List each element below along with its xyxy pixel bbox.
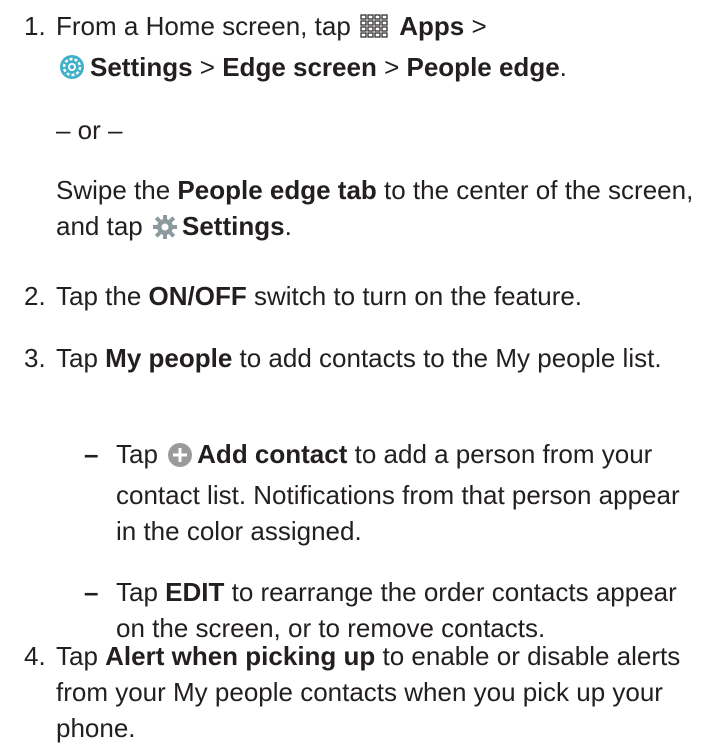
step-3: 3. Tap My people to add contacts to the … [24,340,694,376]
sub-bullet-edit: – Tap EDIT to rearrange the order contac… [84,574,684,646]
step-text: Swipe the [56,175,178,205]
apps-grid-icon [360,13,388,49]
step-number: 3. [24,343,46,373]
step-text: Tap the [56,281,149,311]
step-2-text: Tap the ON/OFF switch to turn on the fea… [56,278,694,314]
on-off-label: ON/OFF [148,281,247,311]
or-separator: – or – [56,115,123,145]
settings-label: Settings [181,211,285,241]
sub-bullet-add-contact: – Tap Add contact to add a person from y… [84,436,684,549]
add-circle-icon [167,441,193,477]
step-number: 2. [24,281,46,311]
step-1-alt: Swipe the People edge tab to the center … [56,172,694,249]
edge-screen-label: Edge screen [222,52,377,82]
people-edge-tab-label: People edge tab [177,175,377,205]
sub-bullet-text: Tap Add contact to add a person from you… [116,436,684,549]
period: . [559,52,567,82]
step-4-text: Tap Alert when picking up to enable or d… [56,638,694,746]
separator: > [192,52,223,82]
step-text: Tap [116,439,158,469]
settings-gear-icon [152,213,178,249]
apps-label: Apps [399,11,465,41]
people-edge-label: People edge [406,52,560,82]
step-text: switch to turn on the feature. [246,281,583,311]
step-number: 4. [24,641,46,671]
bullet-dash: – [84,439,99,469]
step-text: From a Home screen, tap [56,11,351,41]
step-3-text: Tap My people to add contacts to the My … [56,340,694,376]
settings-label: Settings [90,52,193,82]
alert-when-picking-up-label: Alert when picking up [105,641,376,671]
separator: > [376,52,407,82]
step-1: 1. From a Home screen, tap Apps > Settin… [24,8,694,249]
add-contact-label: Add contact [197,439,348,469]
edit-label: EDIT [165,577,225,607]
separator: > [464,11,487,41]
bullet-dash: – [84,577,99,607]
sub-bullet-text: Tap EDIT to rearrange the order contacts… [116,574,684,646]
step-4: 4. Tap Alert when picking up to enable o… [24,638,694,746]
period: . [284,211,292,241]
step-number: 1. [24,11,46,41]
my-people-label: My people [105,343,233,373]
step-text: to add contacts to the My people list. [232,343,662,373]
step-1-line: From a Home screen, tap Apps > Settings … [56,8,694,90]
step-2: 2. Tap the ON/OFF switch to turn on the … [24,278,694,314]
step-text: Tap [116,577,166,607]
instructions-page: { "step1": { "num": "1.", "l1_pre": "Fro… [0,0,702,749]
settings-gear-icon [58,53,86,90]
step-text: Tap [56,343,106,373]
step-text: Tap [56,641,106,671]
